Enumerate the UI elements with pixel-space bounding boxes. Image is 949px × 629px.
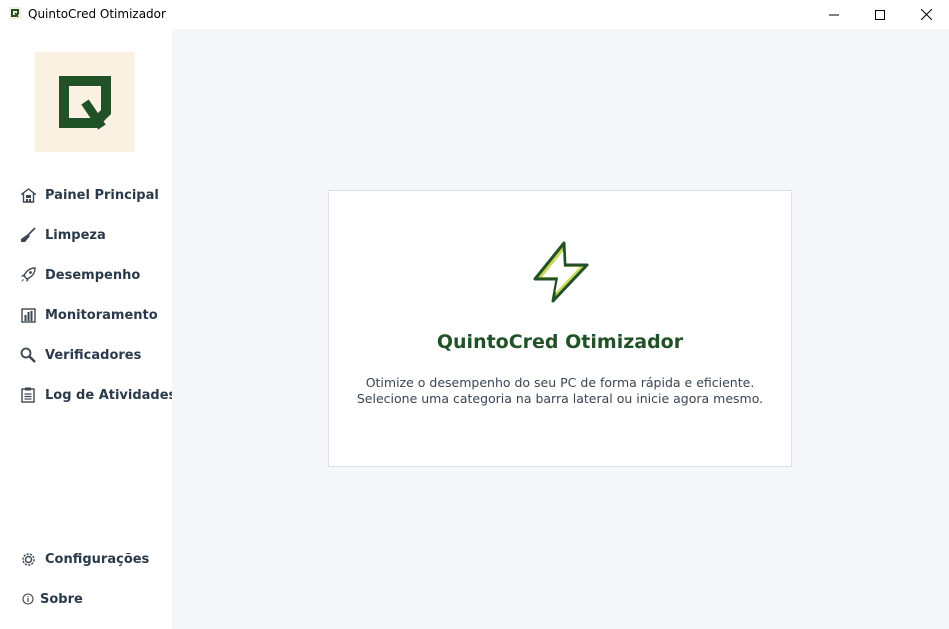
maximize-button[interactable] [857,0,903,29]
sidebar-item-label: Log de Atividades [45,387,177,403]
bar-chart-icon [19,306,37,324]
sidebar-item-label: Configurações [45,551,150,567]
main-content: QuintoCred Otimizador Otimize o desempen… [172,29,949,629]
quintocred-logo-icon [59,76,111,130]
welcome-description: Otimize o desempenho do seu PC de forma … [329,375,791,407]
welcome-title: QuintoCred Otimizador [436,331,684,353]
welcome-description-line-1: Otimize o desempenho do seu PC de forma … [365,375,755,390]
sidebar-item-sobre[interactable]: Sobre [10,583,165,615]
sidebar-item-label: Desempenho [45,267,141,283]
magnifier-icon [19,346,37,364]
gear-icon [19,550,37,568]
sidebar-item-label: Monitoramento [45,307,158,323]
minimize-icon [829,14,839,15]
close-button[interactable] [903,0,949,29]
minimize-button[interactable] [811,0,857,29]
sidebar-item-monitoramento[interactable]: Monitoramento [10,299,165,331]
sidebar-item-log-de-atividades[interactable]: Log de Atividades [10,379,176,411]
sidebar-item-painel-principal[interactable]: Painel Principal [10,179,165,211]
app-icon [9,7,21,19]
close-icon [920,9,932,20]
sidebar-item-configuracoes[interactable]: Configurações [10,543,165,575]
sidebar-item-verificadores[interactable]: Verificadores [10,339,165,371]
sidebar-item-desempenho[interactable]: Desempenho [10,259,165,291]
lightning-icon [531,241,591,308]
sidebar: Painel Principal Limpeza Desempenho Moni… [0,29,176,629]
sidebar-item-label: Verificadores [45,347,142,363]
sidebar-item-label: Painel Principal [45,187,159,203]
app-window: QuintoCred Otimizador Painel Principal L… [0,0,949,629]
rocket-icon [19,266,37,284]
logo [35,52,135,152]
broom-icon [19,226,37,244]
clipboard-icon [19,386,37,404]
sidebar-item-label: Sobre [40,591,83,607]
home-icon [19,186,37,204]
welcome-card: QuintoCred Otimizador Otimize o desempen… [328,190,792,467]
title-bar[interactable]: QuintoCred Otimizador [0,0,949,29]
window-title: QuintoCred Otimizador [28,7,166,21]
info-icon [19,590,37,608]
welcome-description-line-2: Selecione uma categoria na barra lateral… [356,391,764,406]
sidebar-item-limpeza[interactable]: Limpeza [10,219,165,251]
maximize-icon [875,9,885,20]
sidebar-item-label: Limpeza [45,227,106,243]
